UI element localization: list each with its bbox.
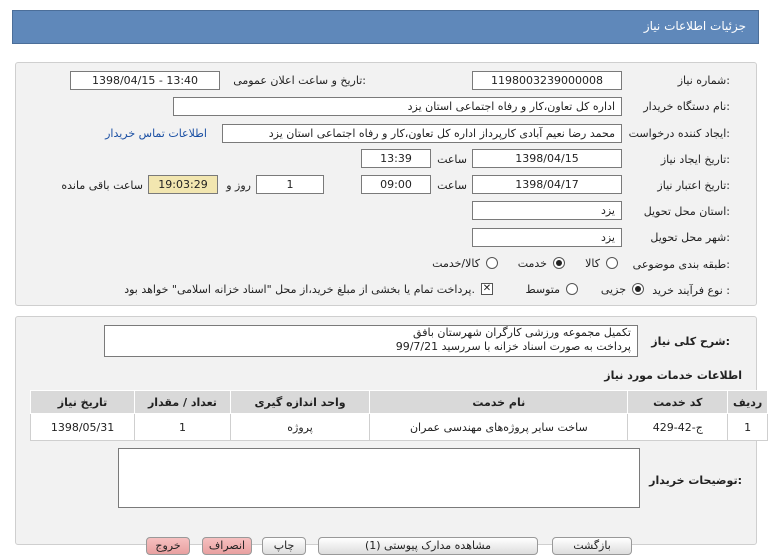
col-row: ردیف	[727, 390, 768, 414]
creator-field: محمد رضا نعیم آبادی کارپرداز اداره کل تع…	[222, 124, 622, 143]
col-service-code: کد خدمت	[627, 390, 729, 414]
cell-quantity: 1	[134, 413, 231, 441]
process-option-minor: جزیی	[600, 283, 626, 296]
col-need-date: تاریخ نیاز	[29, 390, 136, 414]
cell-service-code: ج-42-429	[627, 413, 729, 441]
days-field: 1	[256, 175, 324, 194]
creator-label: ایجاد کننده درخواست:	[628, 127, 730, 140]
created-time-field: 13:39	[361, 149, 431, 168]
treasury-payment-checkbox[interactable]: ✕	[481, 283, 493, 295]
description-line-2: پرداخت به صورت اسناد خزانه با سررسید 99/…	[395, 340, 631, 353]
col-service-name: نام خدمت	[369, 390, 629, 414]
created-date-label: تاریخ ایجاد نیاز:	[660, 153, 730, 166]
process-radio-medium[interactable]	[566, 283, 578, 295]
buyer-org-label: نام دستگاه خریدار:	[643, 100, 730, 113]
city-field: یزد	[472, 228, 622, 247]
buyer-org-field: اداره کل تعاون،کار و رفاه اجتماعی استان …	[173, 97, 622, 116]
cell-unit: پروژه	[229, 413, 371, 441]
process-label: نوع فرآیند خرید :	[652, 284, 730, 297]
created-time-label: ساعت	[437, 153, 467, 166]
category-radio-goods-service[interactable]	[486, 257, 498, 269]
buyer-notes-box	[118, 448, 640, 508]
category-option-goods-service: کالا/خدمت	[432, 257, 480, 270]
validity-time-field: 09:00	[361, 175, 431, 194]
buyer-notes-label: توضیحات خریدار:	[649, 474, 742, 487]
description-line-1: تکمیل مجموعه ورزشی کارگران شهرستان بافق	[413, 326, 631, 339]
validity-time-label: ساعت	[437, 179, 467, 192]
col-quantity: تعداد / مقدار	[134, 390, 231, 414]
description-label: شرح کلی نیاز:	[651, 335, 730, 348]
remaining-time-field: 19:03:29	[148, 175, 218, 194]
days-label: روز و	[226, 179, 251, 192]
buyer-contact-link[interactable]: اطلاعات تماس خریدار	[105, 127, 207, 140]
city-label: شهر محل تحویل:	[650, 231, 730, 244]
province-label: استان محل تحویل:	[643, 205, 730, 218]
created-date-field: 1398/04/15	[472, 149, 622, 168]
province-field: یزد	[472, 201, 622, 220]
category-label: طبقه بندی موضوعی:	[632, 258, 730, 271]
cell-need-date: 1398/05/31	[29, 413, 136, 441]
cancel-button[interactable]: انصراف	[202, 537, 252, 555]
page-title: جزئیات اطلاعات نیاز	[643, 19, 746, 33]
treasury-payment-note: پرداخت تمام یا بخشی از مبلغ خرید،از محل …	[124, 283, 475, 296]
col-unit: واحد اندازه گیری	[229, 390, 371, 414]
category-option-service: خدمت	[517, 257, 547, 270]
services-header-row: ردیف کد خدمت نام خدمت واحد اندازه گیری ت…	[29, 390, 768, 414]
services-section-title: اطلاعات خدمات مورد نیاز	[604, 369, 742, 382]
category-option-goods: کالا	[585, 257, 600, 270]
print-button[interactable]: چاپ	[262, 537, 306, 555]
process-radio-minor[interactable]	[632, 283, 644, 295]
cell-service-name: ساخت سایر پروژه‌های مهندسی عمران	[369, 413, 629, 441]
cell-row: 1	[727, 413, 768, 441]
table-row: 1 ج-42-429 ساخت سایر پروژه‌های مهندسی عم…	[29, 413, 768, 441]
remaining-label: ساعت باقی مانده	[61, 179, 143, 192]
description-box: تکمیل مجموعه ورزشی کارگران شهرستان بافق …	[104, 325, 638, 357]
page-header: جزئیات اطلاعات نیاز	[12, 10, 759, 44]
back-button[interactable]: بازگشت	[552, 537, 632, 555]
category-radio-goods[interactable]	[606, 257, 618, 269]
validity-date-field: 1398/04/17	[472, 175, 622, 194]
attachments-button[interactable]: مشاهده مدارک پیوستی (1)	[318, 537, 538, 555]
validity-date-label: تاریخ اعتبار نیاز:	[657, 179, 730, 192]
category-radio-service[interactable]	[553, 257, 565, 269]
announce-field: 1398/04/15 - 13:40	[70, 71, 220, 90]
services-table: ردیف کد خدمت نام خدمت واحد اندازه گیری ت…	[29, 390, 768, 441]
process-option-medium: متوسط	[525, 283, 560, 296]
need-number-label: شماره نیاز:	[677, 74, 730, 87]
announce-label: تاریخ و ساعت اعلان عمومی:	[233, 74, 366, 87]
need-number-field: 1198003239000008	[472, 71, 622, 90]
exit-button[interactable]: خروج	[146, 537, 190, 555]
